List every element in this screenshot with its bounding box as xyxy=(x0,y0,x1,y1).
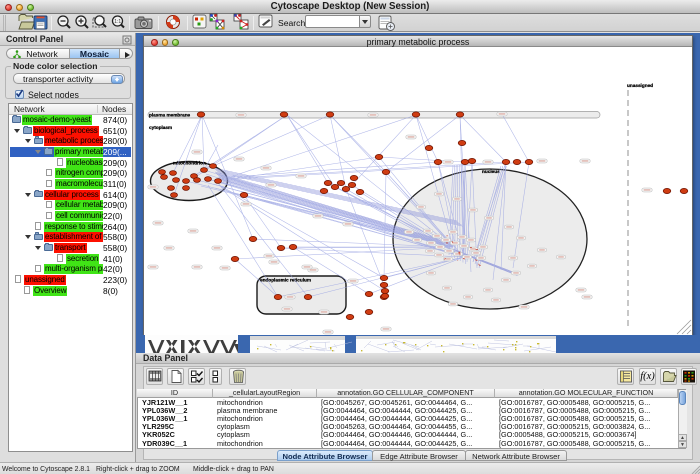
svg-text:plasma membrane: plasma membrane xyxy=(149,113,191,118)
svg-text:unassigned: unassigned xyxy=(627,83,653,88)
svg-text:cytoplasm: cytoplasm xyxy=(149,125,172,130)
svg-text:1:1: 1:1 xyxy=(114,19,121,25)
svg-text:nucleus: nucleus xyxy=(482,169,500,174)
